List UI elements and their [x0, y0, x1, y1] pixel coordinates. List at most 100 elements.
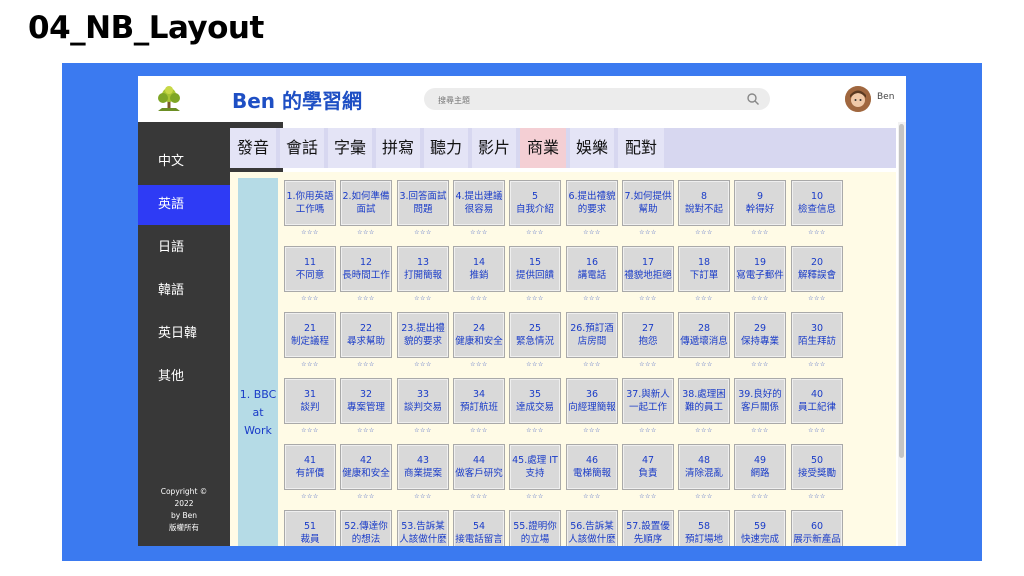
rating-stars[interactable]: ☆☆☆	[734, 361, 786, 368]
tab-entertainment[interactable]: 娛樂	[570, 128, 614, 168]
lesson-button[interactable]: 31 談判	[284, 378, 336, 424]
rating-stars[interactable]: ☆☆☆	[453, 295, 505, 302]
lesson-button[interactable]: 23.提出禮 貌的要求	[397, 312, 449, 358]
rating-stars[interactable]: ☆☆☆	[566, 295, 618, 302]
rating-stars[interactable]: ☆☆☆	[791, 361, 843, 368]
search-icon[interactable]	[746, 92, 760, 106]
rating-stars[interactable]: ☆☆☆	[397, 295, 449, 302]
rating-stars[interactable]: ☆☆☆	[340, 229, 392, 236]
lesson-button[interactable]: 26.預訂酒 店房間	[566, 312, 618, 358]
lesson-button[interactable]: 43 商業提案	[397, 444, 449, 490]
lesson-button[interactable]: 9 幹得好	[734, 180, 786, 226]
rating-stars[interactable]: ☆☆☆	[397, 229, 449, 236]
rating-stars[interactable]: ☆☆☆	[340, 295, 392, 302]
lesson-button[interactable]: 27 抱怨	[622, 312, 674, 358]
rating-stars[interactable]: ☆☆☆	[734, 229, 786, 236]
rating-stars[interactable]: ☆☆☆	[734, 295, 786, 302]
rating-stars[interactable]: ☆☆☆	[566, 427, 618, 434]
lesson-button[interactable]: 22 尋求幫助	[340, 312, 392, 358]
rating-stars[interactable]: ☆☆☆	[453, 493, 505, 500]
lesson-button[interactable]: 57.設置優 先順序	[622, 510, 674, 546]
lesson-button[interactable]: 30 陌生拜訪	[791, 312, 843, 358]
rating-stars[interactable]: ☆☆☆	[397, 493, 449, 500]
rating-stars[interactable]: ☆☆☆	[566, 493, 618, 500]
rating-stars[interactable]: ☆☆☆	[791, 427, 843, 434]
lesson-button[interactable]: 40 員工紀律	[791, 378, 843, 424]
lesson-button[interactable]: 24 健康和安全	[453, 312, 505, 358]
user-name[interactable]: Ben	[877, 92, 894, 102]
lesson-button[interactable]: 15 提供回饋	[509, 246, 561, 292]
lesson-button[interactable]: 10 檢查信息	[791, 180, 843, 226]
rating-stars[interactable]: ☆☆☆	[791, 229, 843, 236]
site-title[interactable]: Ben 的學習網	[232, 85, 362, 114]
search-bar[interactable]	[424, 88, 770, 110]
rating-stars[interactable]: ☆☆☆	[340, 427, 392, 434]
lesson-button[interactable]: 34 預訂航班	[453, 378, 505, 424]
tab-business[interactable]: 商業	[520, 128, 566, 168]
lesson-button[interactable]: 25 緊急情況	[509, 312, 561, 358]
rating-stars[interactable]: ☆☆☆	[509, 361, 561, 368]
rating-stars[interactable]: ☆☆☆	[622, 427, 674, 434]
lesson-button[interactable]: 35 達成交易	[509, 378, 561, 424]
lesson-button[interactable]: 47 負責	[622, 444, 674, 490]
tab-listening[interactable]: 聽力	[424, 128, 468, 168]
search-input[interactable]	[436, 90, 740, 110]
lesson-button[interactable]: 20 解釋誤會	[791, 246, 843, 292]
lesson-button[interactable]: 52.傳達你 的想法	[340, 510, 392, 546]
rating-stars[interactable]: ☆☆☆	[566, 229, 618, 236]
lesson-button[interactable]: 36 向經理簡報	[566, 378, 618, 424]
rating-stars[interactable]: ☆☆☆	[622, 493, 674, 500]
rating-stars[interactable]: ☆☆☆	[284, 229, 336, 236]
rating-stars[interactable]: ☆☆☆	[284, 361, 336, 368]
rating-stars[interactable]: ☆☆☆	[622, 361, 674, 368]
lesson-button[interactable]: 3.回答面試 問題	[397, 180, 449, 226]
rating-stars[interactable]: ☆☆☆	[453, 361, 505, 368]
lesson-button[interactable]: 29 保持專業	[734, 312, 786, 358]
lesson-button[interactable]: 17 禮貌地拒絕	[622, 246, 674, 292]
lesson-button[interactable]: 60 展示新產品	[791, 510, 843, 546]
lesson-button[interactable]: 7.如何提供 幫助	[622, 180, 674, 226]
lesson-button[interactable]: 8 說對不起	[678, 180, 730, 226]
lesson-button[interactable]: 4.提出建議 很容易	[453, 180, 505, 226]
lesson-button[interactable]: 14 推銷	[453, 246, 505, 292]
lesson-button[interactable]: 54 接電話留言	[453, 510, 505, 546]
lesson-button[interactable]: 28 傳遞壞消息	[678, 312, 730, 358]
rating-stars[interactable]: ☆☆☆	[397, 361, 449, 368]
lesson-button[interactable]: 44 做客戶研究	[453, 444, 505, 490]
lesson-button[interactable]: 58 預訂場地	[678, 510, 730, 546]
rating-stars[interactable]: ☆☆☆	[791, 493, 843, 500]
lesson-button[interactable]: 56.告訴某 人該做什麼	[566, 510, 618, 546]
rating-stars[interactable]: ☆☆☆	[340, 493, 392, 500]
rating-stars[interactable]: ☆☆☆	[678, 361, 730, 368]
rating-stars[interactable]: ☆☆☆	[453, 427, 505, 434]
scrollbar-thumb[interactable]	[899, 124, 904, 458]
lesson-button[interactable]: 41 有評價	[284, 444, 336, 490]
lesson-button[interactable]: 5 自我介紹	[509, 180, 561, 226]
rating-stars[interactable]: ☆☆☆	[622, 229, 674, 236]
tab-video[interactable]: 影片	[472, 128, 516, 168]
category-label[interactable]: 1. BBC at Work	[238, 386, 278, 440]
lesson-button[interactable]: 6.提出禮貌 的要求	[566, 180, 618, 226]
rating-stars[interactable]: ☆☆☆	[284, 295, 336, 302]
lesson-button[interactable]: 33 談判交易	[397, 378, 449, 424]
tab-vocabulary[interactable]: 字彙	[328, 128, 372, 168]
lesson-button[interactable]: 21 制定議程	[284, 312, 336, 358]
lesson-button[interactable]: 59 快速完成	[734, 510, 786, 546]
lesson-button[interactable]: 55.證明你 的立場	[509, 510, 561, 546]
lesson-button[interactable]: 46 電梯簡報	[566, 444, 618, 490]
rating-stars[interactable]: ☆☆☆	[734, 427, 786, 434]
lesson-button[interactable]: 2.如何準備 面試	[340, 180, 392, 226]
lesson-button[interactable]: 19 寫電子郵件	[734, 246, 786, 292]
rating-stars[interactable]: ☆☆☆	[791, 295, 843, 302]
rating-stars[interactable]: ☆☆☆	[678, 295, 730, 302]
rating-stars[interactable]: ☆☆☆	[453, 229, 505, 236]
lesson-button[interactable]: 18 下訂單	[678, 246, 730, 292]
rating-stars[interactable]: ☆☆☆	[678, 427, 730, 434]
lesson-button[interactable]: 1.你用英語 工作嗎	[284, 180, 336, 226]
lesson-button[interactable]: 38.處理困 難的員工	[678, 378, 730, 424]
tab-matching[interactable]: 配對	[618, 128, 664, 168]
rating-stars[interactable]: ☆☆☆	[340, 361, 392, 368]
lesson-button[interactable]: 39.良好的 客戶關係	[734, 378, 786, 424]
rating-stars[interactable]: ☆☆☆	[509, 295, 561, 302]
rating-stars[interactable]: ☆☆☆	[678, 229, 730, 236]
